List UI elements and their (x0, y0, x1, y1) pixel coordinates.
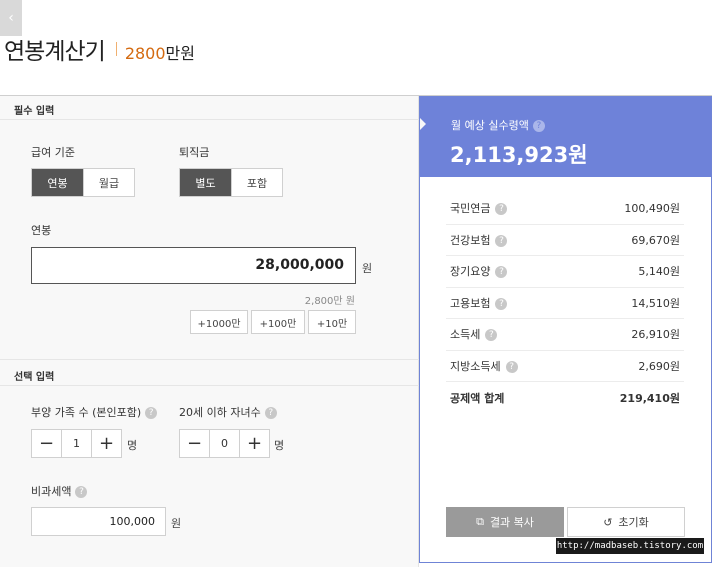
dependents-unit: 명 (127, 439, 138, 452)
non-taxable-label: 비과세액? (31, 483, 88, 499)
minus-icon[interactable]: − (32, 430, 61, 457)
deduction-name: 국민연금? (450, 200, 508, 216)
copy-result-label: 결과 복사 (489, 516, 534, 529)
section-divider (0, 385, 419, 386)
title-amount-unit: 만원 (165, 44, 195, 63)
deduction-amount: 69,670원 (631, 233, 680, 247)
help-icon[interactable]: ? (532, 120, 545, 132)
optional-section-title: 선택 입력 (14, 372, 55, 383)
children-stepper: − 0 + (179, 429, 270, 458)
page-header: 연봉계산기 2800만원 (4, 32, 195, 66)
plus-icon[interactable]: + (92, 430, 121, 457)
panel-pointer (420, 118, 426, 130)
add-1000-button[interactable]: +1000만 (190, 310, 248, 334)
children-value[interactable]: 0 (209, 430, 240, 457)
required-section-title: 필수 입력 (0, 96, 419, 120)
dependents-label: 부양 가족 수 (본인포함)? (31, 404, 158, 420)
pay-basis-toggle: 연봉 월급 (31, 168, 135, 197)
deduction-row: 건강보험? 69,670원 (446, 225, 684, 256)
result-label-text: 월 예상 실수령액 (451, 119, 529, 132)
dependents-label-text: 부양 가족 수 (본인포함) (31, 406, 142, 419)
deduction-name: 지방소득세? (450, 358, 518, 374)
dependents-stepper: − 1 + (31, 429, 122, 458)
copy-icon: ⧉ (476, 515, 484, 528)
title-salary-amount: 2800만원 (125, 40, 195, 64)
watermark: http://madbaseb.tistory.com (556, 538, 704, 554)
title-amount-number: 2800 (124, 44, 166, 63)
children-label-text: 20세 이하 자녀수 (179, 406, 261, 419)
deduction-name-text: 장기요양 (450, 265, 491, 279)
severance-option-separate[interactable]: 별도 (180, 169, 231, 196)
help-icon[interactable]: ? (495, 266, 508, 279)
result-header: 월 예상 실수령액? 2,113,923원 (420, 97, 711, 177)
help-icon[interactable]: ? (264, 407, 277, 419)
add-10-button[interactable]: +10만 (308, 310, 356, 334)
non-taxable-label-text: 비과세액 (31, 485, 72, 498)
deduction-amount: 2,690원 (638, 359, 680, 373)
deduction-row: 장기요양? 5,140원 (446, 256, 684, 288)
salary-input[interactable]: 28,000,000 (31, 247, 356, 284)
deduction-amount: 5,140원 (638, 265, 680, 279)
dependents-value[interactable]: 1 (61, 430, 92, 457)
deduction-name-text: 국민연금 (450, 202, 491, 216)
back-button[interactable]: ‹ (0, 0, 22, 36)
deduction-name: 건강보험? (450, 232, 508, 248)
deduction-row: 지방소득세? 2,690원 (446, 351, 684, 382)
plus-icon[interactable]: + (240, 430, 269, 457)
deduction-row: 고용보험? 14,510원 (446, 288, 684, 319)
title-divider (115, 42, 117, 56)
deduction-total-row: 공제액 합계 219,410원 (446, 382, 684, 414)
deduction-total-amount: 219,410원 (619, 391, 680, 405)
deduction-name-text: 고용보험 (450, 296, 491, 310)
deduction-amount: 14,510원 (631, 296, 680, 310)
non-taxable-unit: 원 (171, 517, 182, 530)
chevron-left-icon: ‹ (8, 10, 14, 26)
salary-unit: 원 (362, 262, 373, 275)
help-icon[interactable]: ? (495, 297, 508, 310)
minus-icon[interactable]: − (180, 430, 209, 457)
refresh-icon: ↺ (603, 515, 613, 529)
deduction-name-text: 건강보험 (450, 233, 491, 247)
severance-toggle: 별도 포함 (179, 168, 283, 197)
help-icon[interactable]: ? (145, 407, 158, 419)
reset-label: 초기화 (618, 516, 649, 529)
deduction-row: 국민연금? 100,490원 (446, 193, 684, 225)
help-icon[interactable]: ? (75, 486, 88, 498)
children-unit: 명 (274, 439, 285, 452)
deduction-list: 국민연금? 100,490원 건강보험? 69,670원 장기요양? 5,140원 고… (446, 193, 684, 414)
net-pay-value: 2,113,923원 (450, 143, 588, 167)
deduction-amount: 100,490원 (624, 202, 680, 216)
non-taxable-input[interactable]: 100,000 (31, 507, 166, 536)
severance-label: 퇴직금 (179, 146, 210, 159)
page-title: 연봉계산기 (4, 39, 106, 65)
section-divider (0, 359, 419, 360)
deduction-name: 장기요양? (450, 263, 508, 279)
result-label: 월 예상 실수령액? (451, 117, 545, 133)
deduction-name: 소득세? (450, 326, 498, 342)
copy-result-button[interactable]: ⧉ 결과 복사 (446, 507, 564, 537)
help-icon[interactable]: ? (485, 329, 498, 342)
deduction-row: 소득세? 26,910원 (446, 319, 684, 351)
pay-basis-label: 급여 기준 (31, 146, 75, 159)
pay-basis-option-annual[interactable]: 연봉 (32, 169, 83, 196)
help-icon[interactable]: ? (495, 234, 508, 247)
deduction-name: 고용보험? (450, 295, 508, 311)
deduction-name-text: 지방소득세 (450, 359, 501, 373)
help-icon[interactable]: ? (495, 203, 508, 216)
severance-option-included[interactable]: 포함 (231, 169, 282, 196)
add-100-button[interactable]: +100만 (251, 310, 305, 334)
pay-basis-option-monthly[interactable]: 월급 (83, 169, 134, 196)
reset-button[interactable]: ↺ 초기화 (567, 507, 685, 537)
help-icon[interactable]: ? (505, 360, 518, 373)
deduction-name-text: 소득세 (450, 328, 481, 342)
result-panel: 월 예상 실수령액? 2,113,923원 국민연금? 100,490원 건강보험… (419, 96, 712, 563)
deduction-total-label: 공제액 합계 (450, 391, 505, 405)
salary-hint: 2,800만 원 (304, 296, 355, 307)
salary-label: 연봉 (31, 224, 52, 237)
deduction-amount: 26,910원 (631, 328, 680, 342)
children-label: 20세 이하 자녀수? (179, 404, 277, 420)
